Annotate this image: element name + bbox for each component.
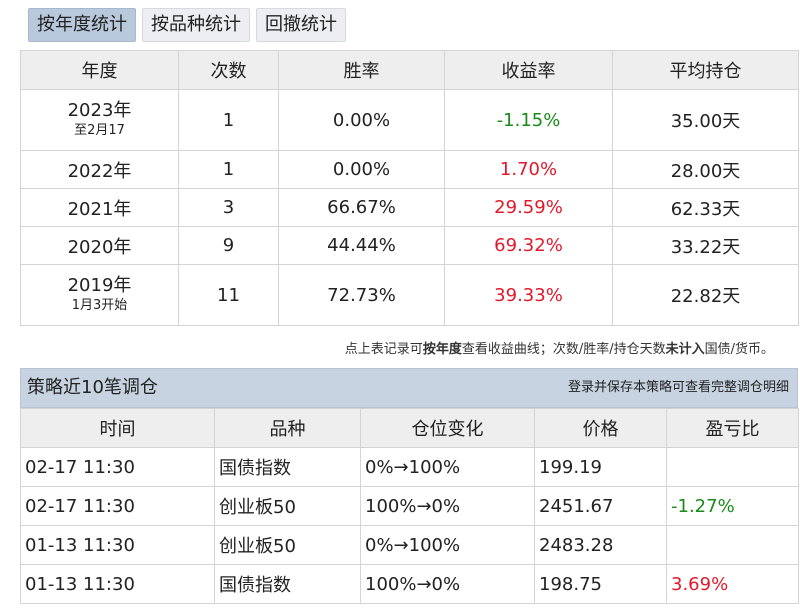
avg-hold-cell: 28.00天 (612, 150, 799, 189)
pnl-cell: 3.69% (666, 564, 799, 604)
win-rate-cell: 66.67% (278, 188, 445, 227)
table-header-row: 年度 次数 胜率 收益率 平均持仓 (20, 50, 799, 90)
panel-title: 策略近10笔调仓 (27, 377, 158, 398)
table-row[interactable]: 01-13 11:30 创业板50 0%→100% 2483.28 (20, 525, 799, 565)
col-header-pnl: 盈亏比 (666, 408, 799, 448)
footnote-text: 点上表记录可 (344, 342, 423, 357)
login-save-link[interactable]: 登录并保存本策略可查看完整调仓明细 (568, 369, 789, 407)
asset-cell: 国债指数 (214, 564, 361, 604)
asset-cell: 创业板50 (214, 525, 361, 565)
footnote-bold: 按年度 (422, 342, 462, 357)
table-footnote: 点上表记录可按年度查看收益曲线；次数/胜率/持仓天数未计入国债/货币。 (345, 338, 774, 357)
footnote-text: 查看收益曲线；次数/胜率/持仓天数 (461, 342, 666, 357)
position-change-cell: 100%→0% (360, 564, 535, 604)
table-row[interactable]: 01-13 11:30 国债指数 100%→0% 198.75 3.69% (20, 564, 799, 604)
year-label: 2019年 (67, 275, 132, 296)
win-rate-cell: 0.00% (278, 150, 445, 189)
table-row[interactable]: 02-17 11:30 创业板50 100%→0% 2451.67 -1.27% (20, 486, 799, 526)
year-cell: 2022年 (20, 150, 179, 189)
col-header-count: 次数 (178, 50, 279, 90)
count-cell: 1 (178, 150, 279, 189)
table-row[interactable]: 2021年 3 66.67% 29.59% 62.33天 (20, 188, 799, 227)
year-sub-label: 至2月17 (74, 123, 125, 138)
col-header-price: 价格 (534, 408, 667, 448)
asset-cell: 国债指数 (214, 447, 361, 487)
year-cell: 2020年 (20, 226, 179, 265)
count-cell: 3 (178, 188, 279, 227)
year-cell: 2023年 至2月17 (20, 89, 179, 151)
col-header-win-rate: 胜率 (278, 50, 445, 90)
pnl-cell (666, 447, 799, 487)
pnl-cell (666, 525, 799, 565)
win-rate-cell: 0.00% (278, 89, 445, 151)
asset-cell: 创业板50 (214, 486, 361, 526)
year-sub-label: 1月3开始 (71, 298, 128, 313)
count-cell: 11 (178, 264, 279, 326)
time-cell: 02-17 11:30 (20, 486, 215, 526)
return-cell: 39.33% (444, 264, 613, 326)
time-cell: 02-17 11:30 (20, 447, 215, 487)
price-cell: 199.19 (534, 447, 667, 487)
table-row[interactable]: 02-17 11:30 国债指数 0%→100% 199.19 (20, 447, 799, 487)
price-cell: 2483.28 (534, 525, 667, 565)
win-rate-cell: 72.73% (278, 264, 445, 326)
tab-by-year[interactable]: 按年度统计 (28, 8, 136, 42)
count-cell: 1 (178, 89, 279, 151)
col-header-avg-hold: 平均持仓 (612, 50, 799, 90)
time-cell: 01-13 11:30 (20, 525, 215, 565)
table-row[interactable]: 2022年 1 0.00% 1.70% 28.00天 (20, 150, 799, 189)
return-cell: 1.70% (444, 150, 613, 189)
col-header-asset: 品种 (214, 408, 361, 448)
tab-drawdown[interactable]: 回撤统计 (256, 8, 346, 42)
year-cell: 2019年 1月3开始 (20, 264, 179, 326)
win-rate-cell: 44.44% (278, 226, 445, 265)
footnote-text: 国债/货币。 (704, 342, 774, 357)
return-cell: 69.32% (444, 226, 613, 265)
col-header-return: 收益率 (444, 50, 613, 90)
tab-by-asset[interactable]: 按品种统计 (142, 8, 250, 42)
footnote-bold: 未计入 (665, 342, 705, 357)
col-header-position-change: 仓位变化 (360, 408, 535, 448)
table-row[interactable]: 2023年 至2月17 1 0.00% -1.15% 35.00天 (20, 89, 799, 151)
return-cell: 29.59% (444, 188, 613, 227)
table-row[interactable]: 2020年 9 44.44% 69.32% 33.22天 (20, 226, 799, 265)
avg-hold-cell: 22.82天 (612, 264, 799, 326)
recent-trades-header: 策略近10笔调仓 登录并保存本策略可查看完整调仓明细 (20, 368, 798, 408)
position-change-cell: 0%→100% (360, 447, 535, 487)
table-header-row: 时间 品种 仓位变化 价格 盈亏比 (20, 408, 799, 448)
avg-hold-cell: 62.33天 (612, 188, 799, 227)
col-header-time: 时间 (20, 408, 215, 448)
price-cell: 2451.67 (534, 486, 667, 526)
recent-trades-table: 时间 品种 仓位变化 价格 盈亏比 02-17 11:30 国债指数 0%→10… (20, 408, 799, 604)
avg-hold-cell: 35.00天 (612, 89, 799, 151)
time-cell: 01-13 11:30 (20, 564, 215, 604)
price-cell: 198.75 (534, 564, 667, 604)
stats-tabs: 按年度统计 按品种统计 回撤统计 (28, 8, 346, 42)
col-header-year: 年度 (20, 50, 179, 90)
year-cell: 2021年 (20, 188, 179, 227)
position-change-cell: 100%→0% (360, 486, 535, 526)
table-row[interactable]: 2019年 1月3开始 11 72.73% 39.33% 22.82天 (20, 264, 799, 326)
pnl-cell: -1.27% (666, 486, 799, 526)
count-cell: 9 (178, 226, 279, 265)
position-change-cell: 0%→100% (360, 525, 535, 565)
yearly-stats-table: 年度 次数 胜率 收益率 平均持仓 2023年 至2月17 1 0.00% -1… (20, 50, 799, 326)
return-cell: -1.15% (444, 89, 613, 151)
year-label: 2023年 (67, 100, 132, 121)
avg-hold-cell: 33.22天 (612, 226, 799, 265)
